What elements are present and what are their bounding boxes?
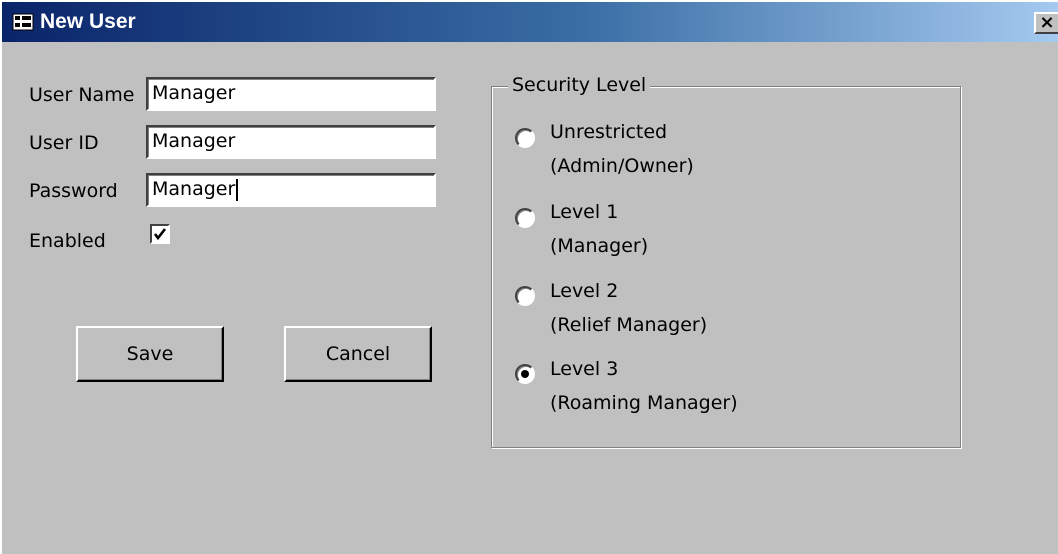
option-sublabel: (Manager) bbox=[550, 235, 649, 257]
close-icon: × bbox=[1039, 12, 1055, 33]
user-id-label: User ID bbox=[29, 132, 99, 154]
radio-level-1[interactable] bbox=[515, 208, 535, 228]
user-name-label: User Name bbox=[29, 84, 135, 106]
user-id-field[interactable]: Manager bbox=[146, 125, 436, 159]
password-label: Password bbox=[29, 180, 118, 202]
password-value: Manager bbox=[152, 178, 236, 200]
option-sublabel: (Roaming Manager) bbox=[550, 392, 738, 414]
close-button[interactable]: × bbox=[1034, 12, 1058, 34]
option-sublabel: (Admin/Owner) bbox=[550, 155, 694, 177]
form-icon bbox=[10, 11, 36, 33]
save-button[interactable]: Save bbox=[76, 326, 224, 382]
security-level-title: Security Level bbox=[508, 74, 651, 96]
password-field[interactable]: Manager bbox=[146, 173, 436, 207]
user-name-field[interactable]: Manager bbox=[146, 77, 436, 111]
checkmark-icon bbox=[153, 228, 167, 241]
option-level-3: Level 3 (Roaming Manager) bbox=[550, 352, 738, 420]
option-label: Level 3 bbox=[550, 358, 619, 380]
option-unrestricted: Unrestricted (Admin/Owner) bbox=[550, 115, 694, 183]
radio-level-2[interactable] bbox=[515, 286, 535, 306]
option-label: Level 2 bbox=[550, 280, 619, 302]
option-level-1: Level 1 (Manager) bbox=[550, 195, 648, 263]
enabled-label: Enabled bbox=[29, 230, 106, 252]
radio-unrestricted[interactable] bbox=[515, 128, 535, 148]
text-caret bbox=[236, 178, 239, 201]
cancel-button[interactable]: Cancel bbox=[284, 326, 432, 382]
option-label: Level 1 bbox=[550, 201, 619, 223]
window-title: New User bbox=[40, 10, 136, 33]
user-name-value: Manager bbox=[152, 82, 236, 104]
enabled-checkbox[interactable] bbox=[150, 224, 170, 244]
user-id-value: Manager bbox=[152, 130, 236, 152]
option-label: Unrestricted bbox=[550, 121, 668, 143]
option-sublabel: (Relief Manager) bbox=[550, 314, 708, 336]
title-bar[interactable]: New User × bbox=[2, 2, 1058, 42]
option-level-2: Level 2 (Relief Manager) bbox=[550, 274, 707, 342]
radio-level-3[interactable] bbox=[515, 364, 535, 384]
new-user-window: New User × User Name Manager User ID Man… bbox=[0, 0, 1058, 554]
